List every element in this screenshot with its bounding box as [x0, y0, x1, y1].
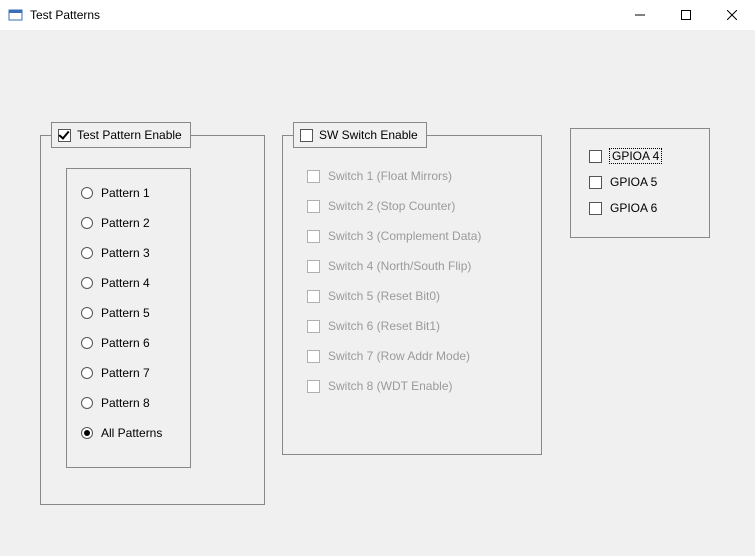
radio-icon	[81, 277, 93, 289]
gpio-label: GPIOA 5	[610, 175, 657, 189]
pattern-option-label: Pattern 8	[101, 396, 150, 410]
pattern-radio-group: Pattern 1 Pattern 2 Pattern 3 Pattern 4 Patt…	[66, 168, 191, 468]
client-area: Test Pattern Enable Pattern 1Pattern 2Pa…	[0, 30, 755, 556]
pattern-option[interactable]: Pattern 1	[81, 183, 190, 203]
sw-switch-label: Switch 6 (Reset Bit1)	[328, 319, 440, 333]
radio-icon	[81, 217, 93, 229]
gpio-checkbox[interactable]: GPIOA 5	[589, 173, 709, 191]
radio-icon	[81, 337, 93, 349]
pattern-option[interactable]: All Patterns	[81, 423, 190, 443]
radio-icon	[81, 397, 93, 409]
sw-switch-label: Switch 7 (Row Addr Mode)	[328, 349, 470, 363]
app-icon	[8, 7, 24, 23]
pattern-option-label: Pattern 3	[101, 246, 150, 260]
radio-icon	[81, 367, 93, 379]
checkbox-icon	[307, 200, 320, 213]
pattern-option[interactable]: Pattern 3	[81, 243, 190, 263]
pattern-option[interactable]: Pattern 7	[81, 363, 190, 383]
radio-icon	[81, 187, 93, 199]
radio-icon	[81, 247, 93, 259]
sw-switch-group: SW Switch Enable Switch 1 (Float Mirrors…	[282, 135, 542, 455]
sw-switch-label: Switch 5 (Reset Bit0)	[328, 289, 440, 303]
sw-switch-label: Switch 3 (Complement Data)	[328, 229, 481, 243]
minimize-button[interactable]	[617, 0, 663, 30]
pattern-option[interactable]: Pattern 6	[81, 333, 190, 353]
sw-switch-item: Switch 1 (Float Mirrors)	[307, 166, 541, 186]
sw-switch-enable-label: SW Switch Enable	[319, 128, 418, 142]
close-button[interactable]	[709, 0, 755, 30]
gpio-checkbox[interactable]: GPIOA 4	[589, 147, 709, 165]
pattern-option-label: Pattern 6	[101, 336, 150, 350]
checkbox-icon	[307, 350, 320, 363]
checkbox-icon	[307, 290, 320, 303]
sw-switch-item: Switch 7 (Row Addr Mode)	[307, 346, 541, 366]
pattern-option-label: Pattern 1	[101, 186, 150, 200]
gpio-label: GPIOA 6	[610, 201, 657, 215]
sw-switch-label: Switch 4 (North/South Flip)	[328, 259, 471, 273]
sw-switch-enable-checkbox[interactable]: SW Switch Enable	[293, 122, 427, 148]
pattern-option[interactable]: Pattern 5	[81, 303, 190, 323]
gpio-checkbox[interactable]: GPIOA 6	[589, 199, 709, 217]
radio-icon	[81, 307, 93, 319]
sw-switch-label: Switch 2 (Stop Counter)	[328, 199, 455, 213]
pattern-option[interactable]: Pattern 8	[81, 393, 190, 413]
checkbox-icon	[589, 176, 602, 189]
checkbox-icon	[300, 129, 313, 142]
checkbox-icon	[58, 129, 71, 142]
pattern-option-label: Pattern 2	[101, 216, 150, 230]
pattern-option-label: Pattern 4	[101, 276, 150, 290]
checkbox-icon	[307, 170, 320, 183]
checkbox-icon	[589, 202, 602, 215]
sw-switch-label: Switch 1 (Float Mirrors)	[328, 169, 452, 183]
checkbox-icon	[307, 380, 320, 393]
sw-switch-item: Switch 5 (Reset Bit0)	[307, 286, 541, 306]
pattern-option-label: Pattern 7	[101, 366, 150, 380]
sw-switch-item: Switch 4 (North/South Flip)	[307, 256, 541, 276]
window-title: Test Patterns	[30, 8, 100, 22]
checkbox-icon	[589, 150, 602, 163]
pattern-option[interactable]: Pattern 4	[81, 273, 190, 293]
radio-icon	[81, 427, 93, 439]
titlebar: Test Patterns	[0, 0, 755, 30]
checkbox-icon	[307, 260, 320, 273]
checkbox-icon	[307, 230, 320, 243]
test-pattern-group: Test Pattern Enable Pattern 1Pattern 2Pa…	[40, 135, 265, 505]
checkbox-icon	[307, 320, 320, 333]
sw-switch-item: Switch 3 (Complement Data)	[307, 226, 541, 246]
sw-switch-item: Switch 8 (WDT Enable)	[307, 376, 541, 396]
pattern-option-label: All Patterns	[101, 426, 162, 440]
maximize-button[interactable]	[663, 0, 709, 30]
gpio-label: GPIOA 4	[610, 149, 661, 163]
pattern-option-label: Pattern 5	[101, 306, 150, 320]
sw-switch-label: Switch 8 (WDT Enable)	[328, 379, 452, 393]
sw-switch-item: Switch 2 (Stop Counter)	[307, 196, 541, 216]
sw-switch-item: Switch 6 (Reset Bit1)	[307, 316, 541, 336]
gpio-group: GPIOA 4 GPIOA 5 GPIOA 6	[570, 128, 710, 238]
test-pattern-enable-label: Test Pattern Enable	[77, 128, 182, 142]
pattern-option[interactable]: Pattern 2	[81, 213, 190, 233]
test-pattern-enable-checkbox[interactable]: Test Pattern Enable	[51, 122, 191, 148]
